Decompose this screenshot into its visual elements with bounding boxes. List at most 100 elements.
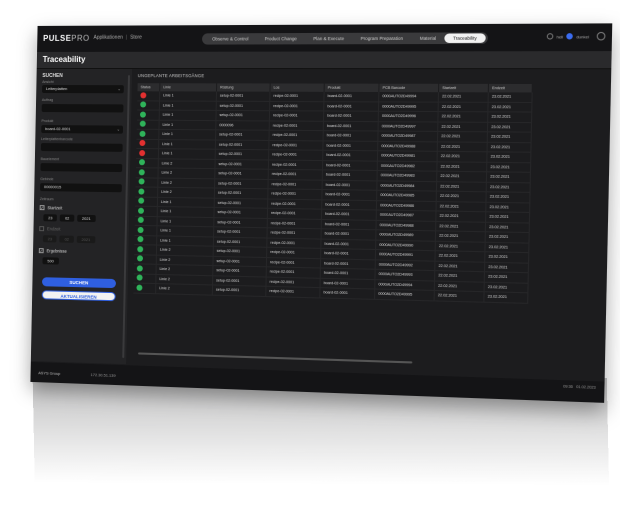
status-cell bbox=[134, 215, 158, 226]
tab-plan-execute[interactable]: Plan & Execute bbox=[305, 34, 353, 43]
status-ok-icon bbox=[138, 178, 145, 185]
cell-ruestung: setup-02-0001 bbox=[216, 100, 270, 111]
cell-produkt: board-02-0001 bbox=[323, 91, 379, 102]
cell-produkt: board-02-0001 bbox=[322, 140, 378, 151]
column-header[interactable]: Rüstung bbox=[216, 83, 271, 92]
user-avatar-icon[interactable] bbox=[596, 31, 606, 41]
status-cell bbox=[137, 91, 160, 101]
endzeit-checkbox[interactable]: Endzeit bbox=[39, 226, 61, 232]
tab-program-preparation[interactable]: Program Preparation bbox=[352, 34, 411, 44]
sidebar-scrollbar[interactable] bbox=[122, 75, 130, 359]
status-ok-icon bbox=[138, 168, 145, 176]
status-cell bbox=[135, 186, 158, 197]
status-cell bbox=[135, 158, 159, 168]
cell-linie: Linie 1 bbox=[158, 119, 216, 130]
status-ok-icon bbox=[137, 255, 144, 262]
column-header[interactable]: PCB Barcode bbox=[378, 83, 439, 93]
status-cell bbox=[134, 206, 158, 217]
ansicht-select[interactable]: Leiterplatten ⌄ bbox=[42, 84, 124, 94]
column-header[interactable]: Endzeit bbox=[488, 83, 533, 93]
status-cell bbox=[134, 234, 157, 246]
cell-los: recipe-02-0001 bbox=[269, 91, 325, 102]
ergebnisse-checkbox[interactable]: ✓ Ergebnisse bbox=[38, 248, 67, 254]
store-link[interactable]: Store bbox=[130, 35, 142, 41]
cell-end: 23.02.2021 bbox=[487, 131, 532, 143]
cell-los: recipe-02-0001 bbox=[269, 100, 324, 111]
cell-start: 22.02.2021 bbox=[438, 101, 489, 112]
results-table: Status Linie Rüstung Los Produkt PCB Barcode S… bbox=[133, 83, 533, 303]
cell-end: 23.02.2021 bbox=[486, 151, 531, 163]
tab-material[interactable]: Material bbox=[411, 34, 444, 44]
cell-start: 22.02.2021 bbox=[436, 181, 487, 192]
cell-end: 23.02.2021 bbox=[487, 101, 532, 113]
cell-los: recipe-02-0001 bbox=[268, 159, 323, 170]
startzeit-date[interactable]: 23 02 2021 bbox=[43, 214, 96, 223]
tab-traceability[interactable]: Traceability bbox=[444, 33, 486, 43]
cell-los: recipe-02-0001 bbox=[268, 139, 324, 151]
status-cell bbox=[137, 100, 160, 111]
cell-end: 23.02.2021 bbox=[486, 171, 531, 183]
cell-ruestung: setup-02-0001 bbox=[215, 139, 269, 150]
bauelement-input[interactable] bbox=[40, 163, 123, 173]
theme-light-radio[interactable] bbox=[546, 33, 554, 40]
table-scrollbar[interactable] bbox=[138, 352, 413, 364]
status-cell bbox=[135, 177, 158, 188]
status-ok-icon bbox=[137, 245, 144, 253]
apps-link[interactable]: Applikationen bbox=[93, 35, 123, 41]
status-ok-icon bbox=[139, 130, 146, 137]
cell-ruestung: setup-02-0001 bbox=[214, 158, 269, 170]
status-ok-icon bbox=[138, 188, 145, 195]
status-cell bbox=[136, 110, 160, 120]
theme-dark-radio[interactable] bbox=[566, 33, 574, 40]
status-ok-icon bbox=[136, 265, 143, 272]
status-cell bbox=[133, 263, 157, 274]
produkt-select[interactable]: board-02-0001 ⌄ bbox=[41, 125, 124, 134]
column-header[interactable]: Los bbox=[269, 83, 325, 92]
cell-los: recipe-02-0001 bbox=[269, 120, 324, 131]
barcode-input[interactable] bbox=[40, 143, 123, 152]
cell-los: recipe-02-0001 bbox=[268, 130, 324, 141]
cell-start: 22.02.2021 bbox=[437, 131, 488, 142]
ergebnisse-stepper[interactable]: 500 bbox=[42, 257, 59, 265]
cell-linie: Linie 2 bbox=[155, 283, 213, 295]
cell-linie: Linie 1 bbox=[158, 129, 216, 140]
status-error-icon bbox=[140, 92, 147, 99]
status-ok-icon bbox=[137, 226, 144, 233]
status-ok-icon bbox=[138, 159, 146, 166]
gebinde-label: Gebinde bbox=[40, 177, 54, 182]
cell-barcode: 0000AUTO2D49995 bbox=[374, 288, 435, 301]
cell-produkt: board-02-0001 bbox=[323, 110, 379, 122]
status-cell bbox=[136, 148, 159, 159]
status-cell bbox=[135, 167, 159, 178]
search-panel: SUCHEN Ansicht Leiterplatten ⌄ Auftrag Pr… bbox=[30, 68, 133, 365]
results-heading: UNGEPLANTE ARBEITSGÄNGE bbox=[137, 73, 205, 79]
cell-produkt: board-02-0001 bbox=[319, 287, 375, 299]
tab-observe-control[interactable]: Observe & Control bbox=[204, 34, 257, 43]
gebinde-input[interactable]: 00000015 bbox=[40, 183, 122, 193]
status-ok-icon bbox=[140, 101, 147, 108]
cell-start: 22.02.2021 bbox=[437, 111, 488, 122]
theme-light-label: hell bbox=[556, 33, 564, 39]
status-cell bbox=[136, 138, 159, 149]
auftrag-input[interactable] bbox=[41, 104, 124, 113]
status-ok-icon bbox=[137, 217, 144, 224]
refresh-button[interactable]: AKTUALISIEREN bbox=[41, 290, 116, 302]
cell-linie: Linie 1 bbox=[159, 110, 217, 121]
status-cell bbox=[135, 196, 158, 207]
column-header[interactable]: Startzeit bbox=[438, 83, 489, 93]
ansicht-label: Ansicht bbox=[42, 79, 54, 85]
cell-barcode: 0000AUTO2D49982 bbox=[377, 160, 438, 172]
produkt-label: Produkt bbox=[41, 119, 54, 124]
cell-end: 23.02.2021 bbox=[487, 141, 532, 153]
tab-product-change[interactable]: Product Change bbox=[256, 34, 305, 43]
cell-end: 23.02.2021 bbox=[485, 201, 530, 213]
column-header[interactable]: Linie bbox=[159, 83, 217, 92]
logo[interactable]: PULSEPRO bbox=[43, 34, 90, 43]
search-button[interactable]: SUCHEN bbox=[41, 277, 117, 289]
cell-linie: Linie 1 bbox=[158, 148, 216, 159]
startzeit-checkbox[interactable]: ✓ Startzeit bbox=[39, 205, 62, 210]
column-header[interactable]: Status bbox=[137, 83, 160, 92]
column-header[interactable]: Produkt bbox=[324, 83, 380, 93]
cell-end: 23.02.2021 bbox=[486, 161, 531, 173]
status-ok-icon bbox=[139, 111, 146, 118]
